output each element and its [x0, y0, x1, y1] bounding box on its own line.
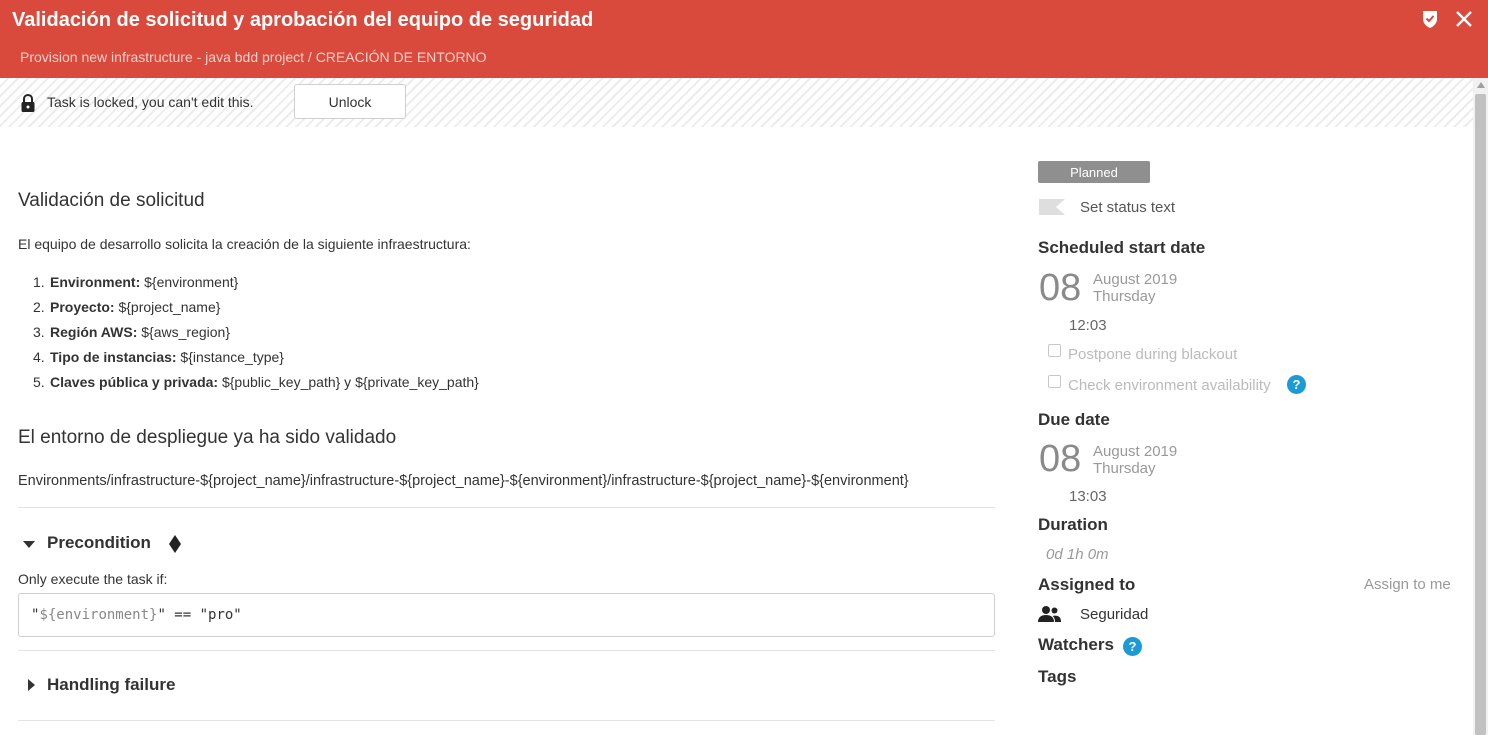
check-environment-label: Check environment availability: [1068, 377, 1271, 394]
requirements-list: 1. Environment: ${environment} 2. Proyecto…: [33, 271, 479, 396]
scheduled-start-weekday: Thursday: [1093, 288, 1156, 305]
precondition-script-editor[interactable]: "${environment}" == "pro": [18, 593, 995, 637]
list-item: 3. Región AWS: ${aws_region}: [33, 324, 231, 340]
precondition-label: Only execute the task if:: [18, 571, 168, 587]
lock-message: Task is locked, you can't edit this.: [47, 94, 254, 110]
due-date-weekday: Thursday: [1093, 460, 1156, 477]
duration-heading: Duration: [1038, 515, 1108, 534]
postpone-checkbox[interactable]: [1048, 344, 1061, 357]
validation-heading: El entorno de despliegue ya ha sido vali…: [18, 427, 397, 448]
list-item: 2. Proyecto: ${project_name}: [33, 299, 221, 315]
shield-check-icon[interactable]: [1419, 8, 1441, 30]
assigned-to-heading: Assigned to: [1038, 575, 1136, 594]
check-environment-checkbox[interactable]: [1048, 375, 1061, 388]
set-status-text-link[interactable]: Set status text: [1080, 199, 1175, 216]
due-date-heading: Due date: [1038, 410, 1110, 429]
caret-down-icon[interactable]: [23, 541, 35, 548]
list-item: 1. Environment: ${environment}: [33, 274, 239, 290]
diamond-icon: [169, 535, 181, 553]
list-item: 5. Claves pública y privada: ${public_key…: [33, 374, 479, 390]
description-intro: El equipo de desarrollo solicita la crea…: [18, 236, 471, 252]
postpone-label: Postpone during blackout: [1068, 346, 1238, 363]
duration-value[interactable]: 0d 1h 0m: [1046, 546, 1109, 563]
handling-failure-toggle[interactable]: Handling failure: [47, 675, 175, 695]
divider: [18, 720, 995, 721]
svg-text:?: ?: [1129, 639, 1137, 654]
due-date-time[interactable]: 13:03: [1069, 488, 1107, 505]
tags-heading: Tags: [1038, 667, 1077, 686]
scroll-up-arrow-icon[interactable]: [1477, 82, 1485, 88]
lock-banner: Task is locked, you can't edit this. Unl…: [0, 78, 1473, 127]
caret-right-icon[interactable]: [28, 679, 35, 691]
scheduled-start-heading: Scheduled start date: [1038, 238, 1206, 257]
svg-text:?: ?: [1293, 377, 1301, 392]
task-properties-sidebar: Planned Set status text Scheduled start …: [1038, 127, 1468, 735]
team-icon: [1038, 606, 1061, 622]
help-icon[interactable]: ?: [1287, 375, 1306, 394]
task-title: Validación de solicitud y aprobación del…: [12, 9, 594, 31]
help-icon[interactable]: ?: [1123, 637, 1142, 656]
scheduled-start-month[interactable]: August 2019: [1093, 271, 1177, 288]
lock-icon: [21, 93, 35, 112]
task-breadcrumb[interactable]: Provision new infrastructure - java bdd …: [20, 49, 487, 65]
task-description: Validación de solicitud El equipo de des…: [0, 127, 1020, 735]
watchers-heading: Watchers: [1038, 635, 1114, 654]
unlock-button[interactable]: Unlock: [294, 84, 406, 119]
task-header: Validación de solicitud y aprobación del…: [0, 0, 1488, 78]
description-heading: Validación de solicitud: [18, 190, 205, 211]
list-item: 4. Tipo de instancias: ${instance_type}: [33, 349, 284, 365]
close-icon[interactable]: [1453, 8, 1475, 30]
scheduled-start-day[interactable]: 08: [1039, 267, 1081, 310]
due-date-month[interactable]: August 2019: [1093, 443, 1177, 460]
assignee-name[interactable]: Seguridad: [1080, 606, 1148, 623]
divider: [18, 507, 995, 508]
divider: [18, 650, 995, 651]
environment-path: Environments/infrastructure-${project_na…: [18, 473, 909, 489]
scheduled-start-time[interactable]: 12:03: [1069, 317, 1107, 334]
status-badge: Planned: [1038, 161, 1150, 183]
flag-icon[interactable]: [1039, 199, 1065, 215]
due-date-day[interactable]: 08: [1039, 438, 1081, 481]
scrollbar-thumb[interactable]: [1475, 94, 1486, 735]
precondition-toggle[interactable]: Precondition: [47, 533, 151, 553]
assign-to-me-link[interactable]: Assign to me: [1364, 576, 1451, 593]
